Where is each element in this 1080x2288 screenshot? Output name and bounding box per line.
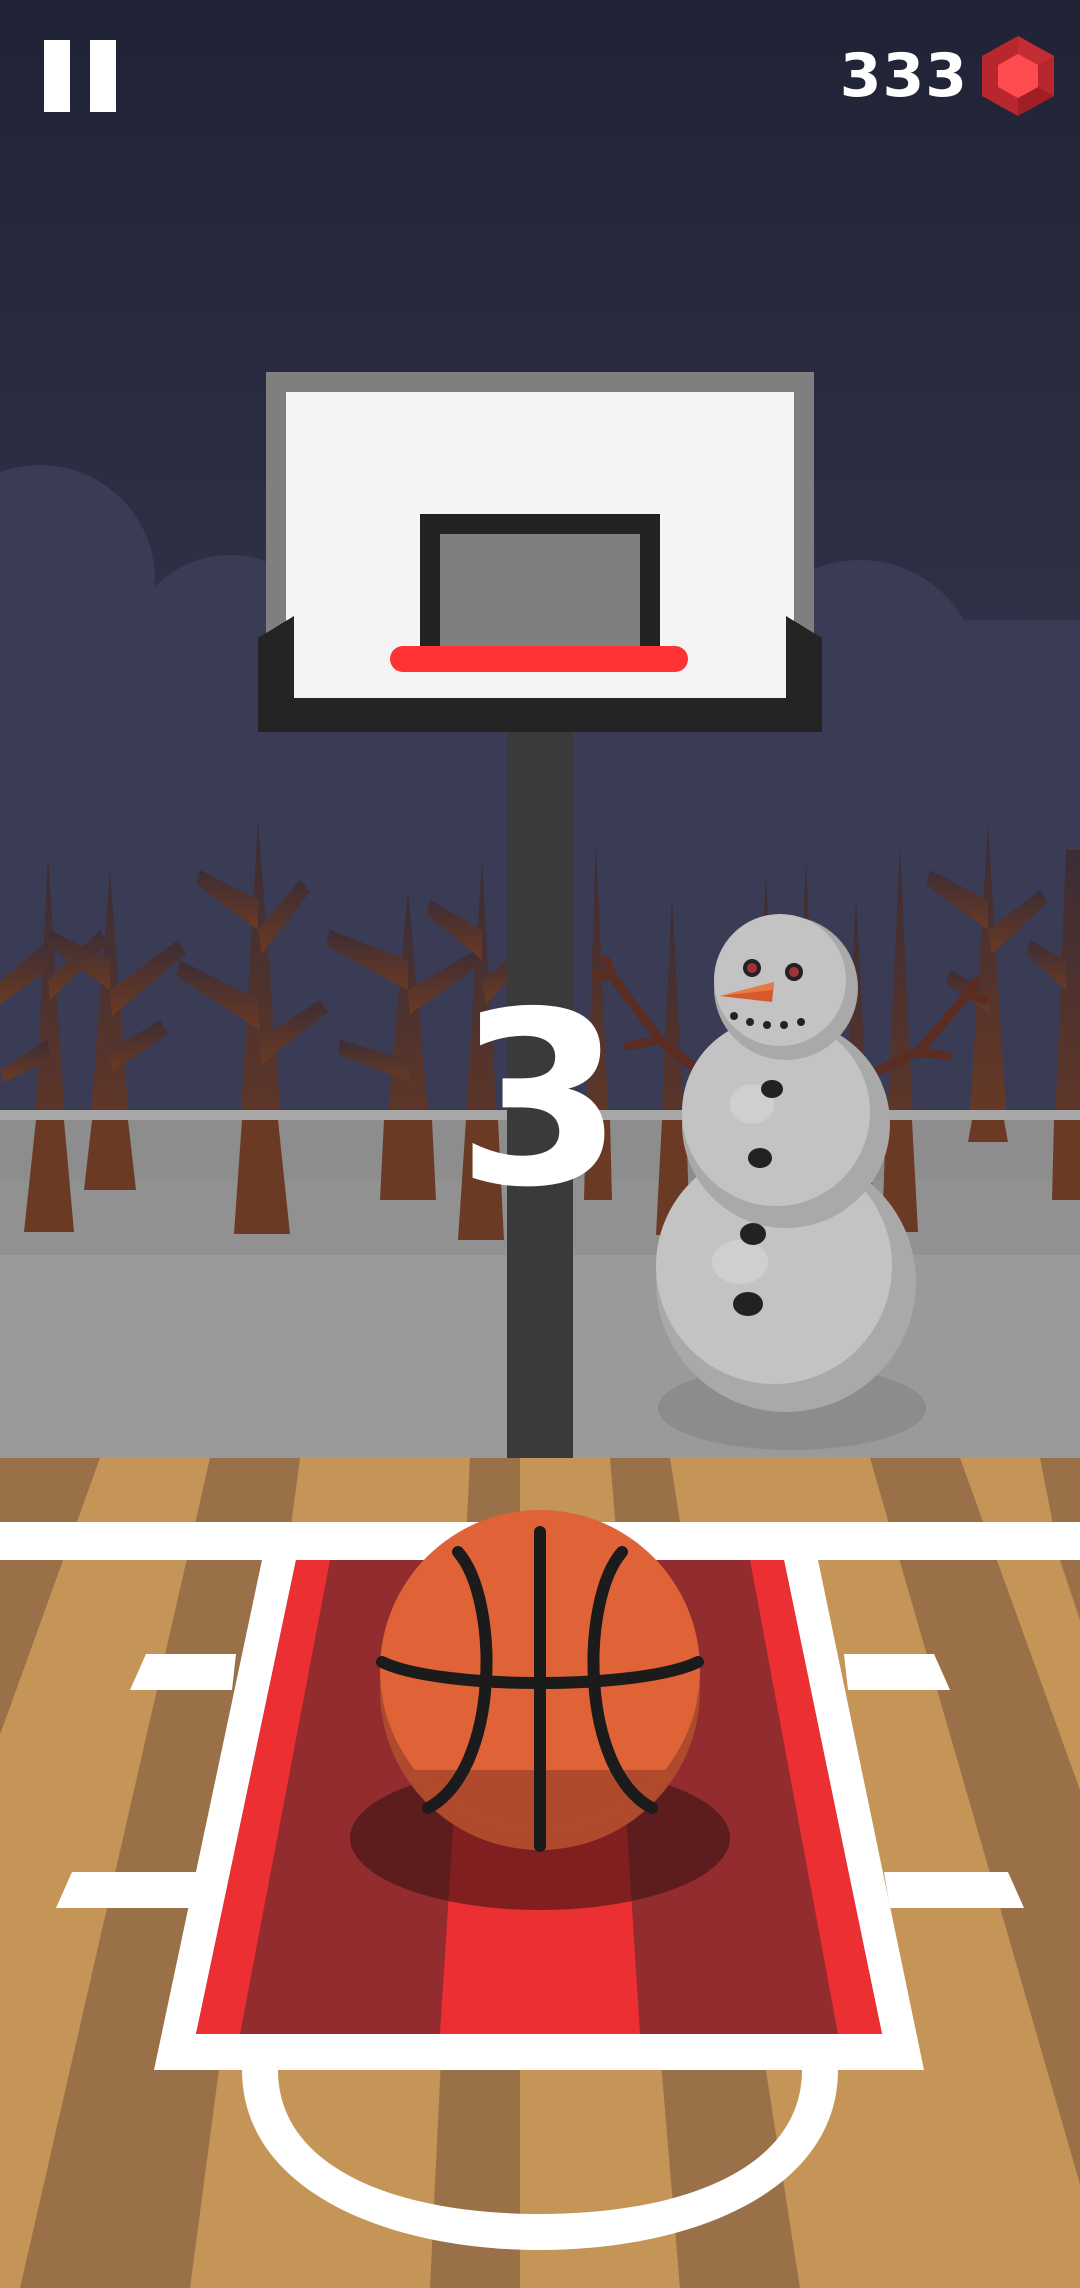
countdown-number: 3 (456, 960, 624, 1240)
game-screen[interactable]: 333 3 (0, 0, 1080, 2288)
gem-counter: 333 (840, 34, 1056, 118)
gem-count: 333 (839, 41, 968, 111)
red-hexagon-gem-icon (982, 36, 1054, 116)
backboard (258, 372, 822, 732)
pause-button[interactable] (44, 40, 116, 112)
hoop-rim (390, 646, 688, 672)
pause-icon (44, 40, 70, 112)
